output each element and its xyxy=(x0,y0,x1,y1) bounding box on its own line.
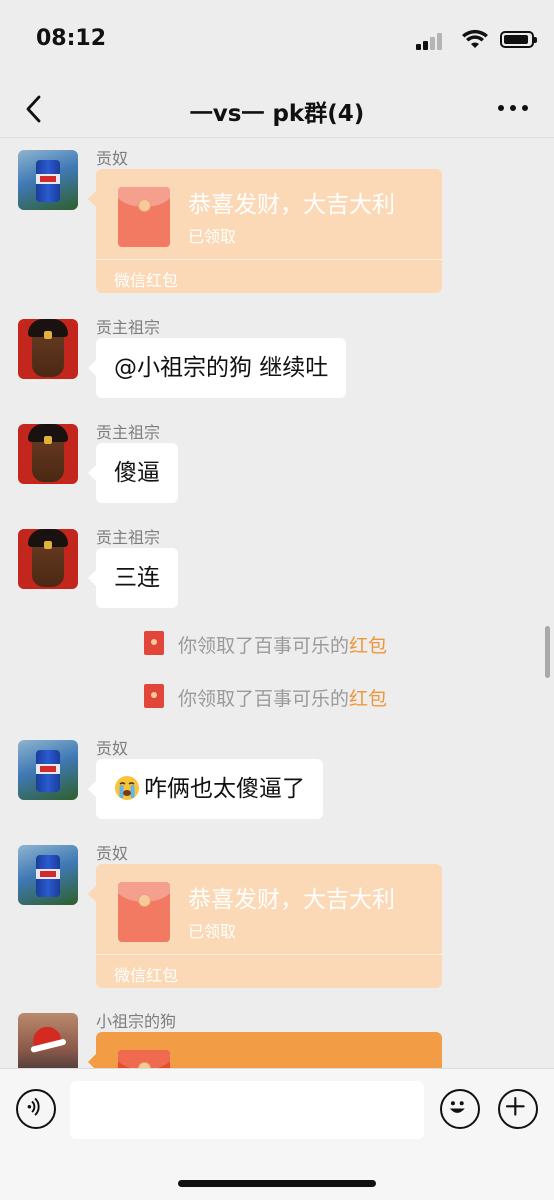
crying-face-emoji-icon xyxy=(115,775,139,800)
home-indicator xyxy=(178,1180,376,1187)
avatar-gongzhu[interactable] xyxy=(18,529,78,589)
message-bubble[interactable]: 三连 xyxy=(88,548,178,608)
avatar-gongnu[interactable] xyxy=(18,150,78,210)
message-bubble[interactable]: @小祖宗的狗 继续吐 xyxy=(87,338,347,398)
more-icon[interactable] xyxy=(498,95,528,119)
system-notice: 你领取了百事可乐的红包 xyxy=(144,631,387,657)
system-notice: 你领取了百事可乐的红包 xyxy=(144,684,387,710)
red-packet-mini-icon xyxy=(144,684,164,708)
red-packet-link[interactable]: 红包 xyxy=(349,688,387,710)
red-packet-status: 已领取 xyxy=(188,922,237,941)
sender-name: 贡奴 xyxy=(96,844,129,863)
red-packet-footer: 微信红包 xyxy=(96,954,442,988)
sender-name: 贡奴 xyxy=(96,149,129,168)
emoji-icon[interactable] xyxy=(440,1089,480,1129)
red-packet-icon xyxy=(118,187,170,247)
avatar-xiaozuzong[interactable] xyxy=(18,1013,78,1068)
status-bar: 08:12 xyxy=(0,0,554,80)
red-packet[interactable]: 恭喜发财，大吉大利 已领取 微信红包 xyxy=(88,864,442,988)
message-bubble[interactable]: 咋俩也太傻逼了 xyxy=(88,759,323,819)
chat-title: 一vs一 pk群(4) xyxy=(189,101,365,127)
plus-icon[interactable] xyxy=(498,1089,538,1129)
sender-name: 贡奴 xyxy=(96,739,129,758)
sender-name: 贡主祖宗 xyxy=(96,423,161,442)
red-packet-title: 恭喜发财，大吉大利 xyxy=(188,887,395,913)
red-packet-link[interactable]: 红包 xyxy=(349,635,387,657)
status-time: 08:12 xyxy=(36,26,107,51)
sender-name: 贡主祖宗 xyxy=(96,318,161,337)
red-packet[interactable]: 恭喜发财，大吉大利 已领取 微信红包 xyxy=(88,169,442,293)
avatar-gongzhu[interactable] xyxy=(18,424,78,484)
message-input[interactable] xyxy=(70,1081,424,1139)
message-bubble[interactable]: 傻逼 xyxy=(88,443,178,503)
battery-icon xyxy=(500,31,537,48)
red-packet-footer: 微信红包 xyxy=(96,259,442,293)
wifi-icon xyxy=(462,29,488,48)
red-packet-title: 恭喜发财，大吉大利 xyxy=(188,192,395,218)
cellular-signal-icon xyxy=(416,32,444,50)
voice-icon[interactable] xyxy=(16,1089,56,1129)
avatar-gongzhu[interactable] xyxy=(18,319,78,379)
sender-name: 小祖宗的狗 xyxy=(96,1012,177,1031)
red-packet-mini-icon xyxy=(144,631,164,655)
chat-messages[interactable]: 贡奴 恭喜发财，大吉大利 已领取 微信红包 贡主祖宗 @小祖宗的狗 继续吐 贡主… xyxy=(0,139,554,1068)
red-packet-status: 已领取 xyxy=(188,227,237,246)
chat-header: 一vs一 pk群(4) xyxy=(0,80,554,138)
avatar-gongnu[interactable] xyxy=(18,845,78,905)
sender-name: 贡主祖宗 xyxy=(96,528,161,547)
red-packet-icon xyxy=(118,882,170,942)
status-icons xyxy=(404,28,537,50)
avatar-gongnu[interactable] xyxy=(18,740,78,800)
scrollbar-thumb[interactable] xyxy=(545,626,550,678)
red-packet[interactable] xyxy=(88,1032,442,1068)
red-packet-icon xyxy=(118,1050,170,1068)
